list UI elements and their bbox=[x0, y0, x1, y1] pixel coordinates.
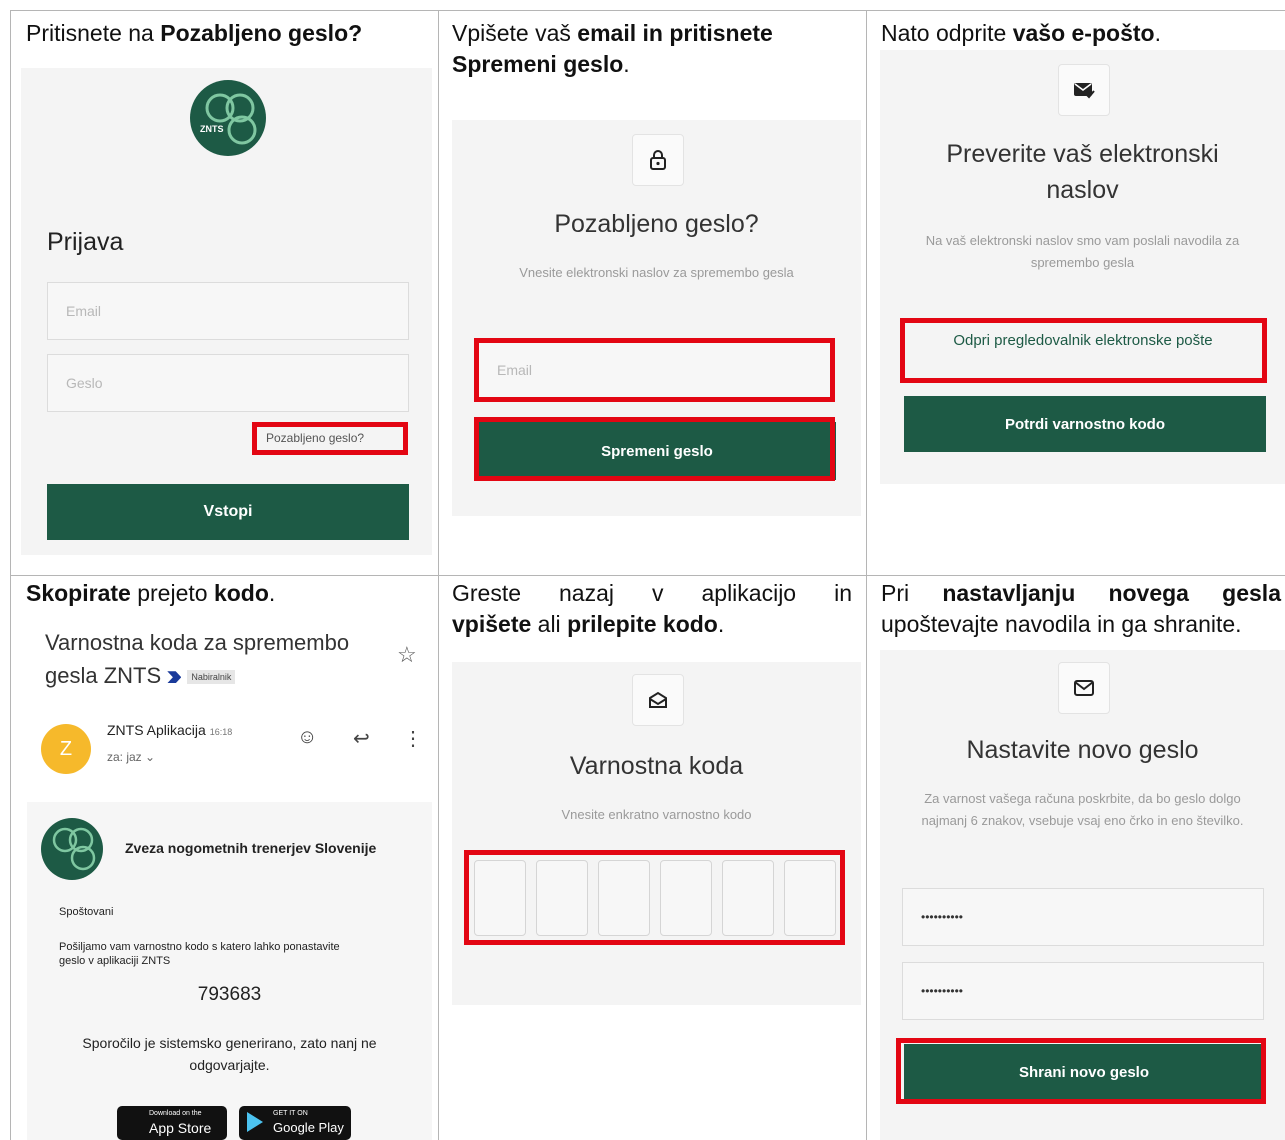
email-screenshot: Varnostna koda za spremembo gesla ZNTS N… bbox=[21, 612, 432, 1140]
confirm-code-button[interactable]: Potrdi varnostno kodo bbox=[904, 396, 1266, 452]
highlight-change-button bbox=[474, 417, 835, 481]
security-code-subtitle: Vnesite enkratno varnostno kodo bbox=[561, 807, 752, 822]
step-6-caption-line2: upoštevajte navodila in ga shranite. bbox=[881, 611, 1242, 637]
email-body: Zveza nogometnih trenerjev Slovenije Spo… bbox=[27, 802, 432, 1140]
mail-check-icon bbox=[1058, 64, 1110, 116]
new-password-subtitle: Za varnost vašega računa poskrbite, da b… bbox=[921, 791, 1244, 828]
email-field[interactable]: Email bbox=[47, 282, 409, 340]
step-3-caption: Nato odprite vašo e-pošto. bbox=[881, 20, 1161, 46]
step-5-caption: Greste nazaj v aplikacijo in vpišete ali… bbox=[452, 578, 852, 640]
email-footer-text: Sporočilo je sistemsko generirano, zato … bbox=[82, 1035, 377, 1073]
email-logo bbox=[41, 818, 103, 880]
more-options-icon[interactable]: ⋮ bbox=[403, 726, 423, 751]
confirm-password-input[interactable]: •••••••••• bbox=[902, 962, 1264, 1020]
instruction-table: Pritisnete na Pozabljeno geslo? ZNTS Pri… bbox=[0, 0, 1285, 1140]
forgot-title: Pozabljeno geslo? bbox=[554, 210, 759, 238]
table-row-divider bbox=[10, 575, 1285, 576]
step-2-caption: Vpišete vaš email in pritisnete Spremeni… bbox=[452, 20, 773, 77]
security-code-title: Varnostna koda bbox=[569, 752, 744, 780]
check-email-title: Preverite vaš elektronski naslov bbox=[946, 140, 1219, 204]
email-body-text: Pošiljamo vam varnostno kodo s katero la… bbox=[59, 941, 340, 967]
forgot-subtitle: Vnesite elektronski naslov za spremembo … bbox=[519, 265, 794, 280]
googleplay-big-text: Google Play bbox=[273, 1120, 344, 1135]
znts-logo: ZNTS bbox=[190, 80, 266, 156]
logo-rings-icon bbox=[205, 93, 257, 145]
reply-icon[interactable]: ↩ bbox=[353, 726, 370, 751]
highlight-email-input bbox=[474, 338, 835, 402]
google-play-badge[interactable]: GET IT ON Google Play bbox=[239, 1106, 351, 1140]
step-5-caption-line1: Greste nazaj v aplikacijo in bbox=[452, 580, 852, 606]
step-1-caption: Pritisnete na Pozabljeno geslo? bbox=[26, 20, 363, 46]
table-col-divider-1 bbox=[438, 10, 439, 1140]
appstore-big-text: App Store bbox=[149, 1120, 212, 1136]
mail-icon bbox=[1058, 662, 1110, 714]
sender-line: ZNTS Aplikacija 16:18 bbox=[107, 722, 233, 738]
lock-icon bbox=[632, 134, 684, 186]
sender-avatar: Z bbox=[41, 724, 91, 774]
table-border-top bbox=[10, 10, 1285, 11]
check-email-subtitle: Na vaš elektronski naslov smo vam poslal… bbox=[925, 233, 1240, 270]
org-name: Zveza nogometnih trenerjev Slovenije bbox=[125, 840, 377, 856]
star-icon[interactable]: ☆ bbox=[397, 642, 417, 668]
new-password-input[interactable]: •••••••••• bbox=[902, 888, 1264, 946]
logo-rings-icon bbox=[52, 827, 96, 871]
table-col-divider-2 bbox=[866, 10, 867, 1140]
highlight-forgot-link bbox=[252, 422, 408, 455]
logo-text: ZNTS bbox=[200, 124, 224, 134]
step-6-caption: Pri nastavljanju novega gesla upoštevajt… bbox=[881, 578, 1281, 640]
check-email-screenshot: Preverite vaš elektronski naslov Na vaš … bbox=[880, 50, 1285, 484]
recipient-line[interactable]: za: jaz ⌄ bbox=[107, 750, 155, 764]
appstore-small-text: Download on the bbox=[149, 1110, 202, 1117]
table-border-left bbox=[10, 10, 11, 1140]
login-screenshot: ZNTS Prijava Email Geslo Pozabljeno gesl… bbox=[21, 68, 432, 555]
step-6-caption-line1: Pri nastavljanju novega gesla bbox=[881, 580, 1281, 606]
important-marker-icon bbox=[167, 671, 182, 684]
step-4-caption: Skopirate prejeto kodo. bbox=[26, 580, 276, 606]
login-heading: Prijava bbox=[47, 228, 124, 256]
security-code-screenshot: Varnostna koda Vnesite enkratno varnostn… bbox=[452, 662, 861, 1005]
highlight-code-inputs bbox=[464, 850, 845, 945]
new-password-title: Nastavite novo geslo bbox=[966, 736, 1199, 764]
play-icon bbox=[247, 1112, 263, 1132]
step-5-caption-line2: vpišete ali prilepite kodo. bbox=[452, 611, 725, 637]
password-field[interactable]: Geslo bbox=[47, 354, 409, 412]
emoji-react-icon[interactable]: ☺ bbox=[297, 726, 317, 749]
inbox-label: Nabiralnik bbox=[187, 669, 236, 684]
googleplay-small-text: GET IT ON bbox=[273, 1110, 308, 1117]
login-button[interactable]: Vstopi bbox=[47, 484, 409, 540]
email-subject: Varnostna koda za spremembo gesla ZNTS N… bbox=[45, 630, 350, 688]
email-greeting: Spoštovani bbox=[59, 906, 114, 918]
highlight-open-mail bbox=[900, 318, 1267, 383]
mail-open-icon bbox=[632, 674, 684, 726]
app-store-badge[interactable]: Download on the App Store bbox=[117, 1106, 227, 1140]
security-code[interactable]: 793683 bbox=[27, 984, 432, 1006]
highlight-save-button bbox=[896, 1038, 1266, 1104]
